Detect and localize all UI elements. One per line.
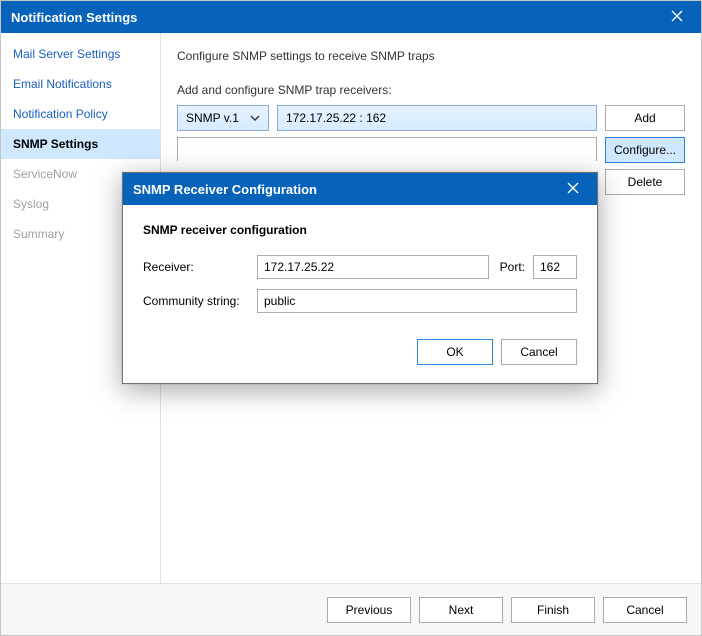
modal-titlebar: SNMP Receiver Configuration	[123, 173, 597, 205]
label-port: Port:	[497, 260, 525, 274]
form-row-receiver: Receiver: Port:	[143, 255, 577, 279]
sidebar-item-snmp-settings[interactable]: SNMP Settings	[1, 129, 160, 159]
receiver-display[interactable]: 172.17.25.22 : 162	[277, 105, 597, 131]
form-row-community: Community string:	[143, 289, 577, 313]
delete-button[interactable]: Delete	[605, 169, 685, 195]
sidebar-item-notification-policy[interactable]: Notification Policy	[1, 99, 160, 129]
ok-button[interactable]: OK	[417, 339, 493, 365]
cancel-button[interactable]: Cancel	[603, 597, 687, 623]
label-receiver: Receiver:	[143, 260, 249, 274]
close-icon	[671, 10, 683, 22]
receiver-value: 172.17.25.22 : 162	[286, 111, 386, 125]
panel-description: Configure SNMP settings to receive SNMP …	[177, 49, 685, 63]
modal-close-button[interactable]	[559, 182, 587, 197]
receiver-row[interactable]: SNMP v.1 172.17.25.22 : 162	[177, 105, 597, 131]
receivers-list: SNMP v.1 172.17.25.22 : 162	[177, 105, 597, 161]
receiver-input[interactable]	[257, 255, 489, 279]
titlebar: Notification Settings	[1, 1, 701, 33]
snmp-version-select[interactable]: SNMP v.1	[177, 105, 269, 131]
wizard-footer: Previous Next Finish Cancel	[1, 583, 701, 635]
chevron-down-icon	[250, 115, 260, 121]
modal-body: SNMP receiver configuration Receiver: Po…	[123, 205, 597, 339]
sidebar-item-mail-server[interactable]: Mail Server Settings	[1, 39, 160, 69]
finish-button[interactable]: Finish	[511, 597, 595, 623]
previous-button[interactable]: Previous	[327, 597, 411, 623]
community-input[interactable]	[257, 289, 577, 313]
list-buttons: Add Configure... Delete	[605, 105, 685, 195]
list-empty-area	[177, 137, 597, 161]
close-icon	[567, 182, 579, 194]
add-button[interactable]: Add	[605, 105, 685, 131]
modal-section-title: SNMP receiver configuration	[143, 223, 577, 237]
label-community: Community string:	[143, 294, 249, 308]
sidebar-item-email-notifications[interactable]: Email Notifications	[1, 69, 160, 99]
snmp-version-value: SNMP v.1	[186, 111, 239, 125]
window: Notification Settings Mail Server Settin…	[0, 0, 702, 636]
modal-snmp-receiver: SNMP Receiver Configuration SNMP receive…	[122, 172, 598, 384]
next-button[interactable]: Next	[419, 597, 503, 623]
configure-button[interactable]: Configure...	[605, 137, 685, 163]
list-header: Add and configure SNMP trap receivers:	[177, 83, 685, 97]
close-button[interactable]	[663, 10, 691, 25]
port-input[interactable]	[533, 255, 577, 279]
modal-footer: OK Cancel	[123, 339, 597, 383]
modal-title: SNMP Receiver Configuration	[133, 182, 559, 197]
window-title: Notification Settings	[11, 10, 663, 25]
modal-cancel-button[interactable]: Cancel	[501, 339, 577, 365]
